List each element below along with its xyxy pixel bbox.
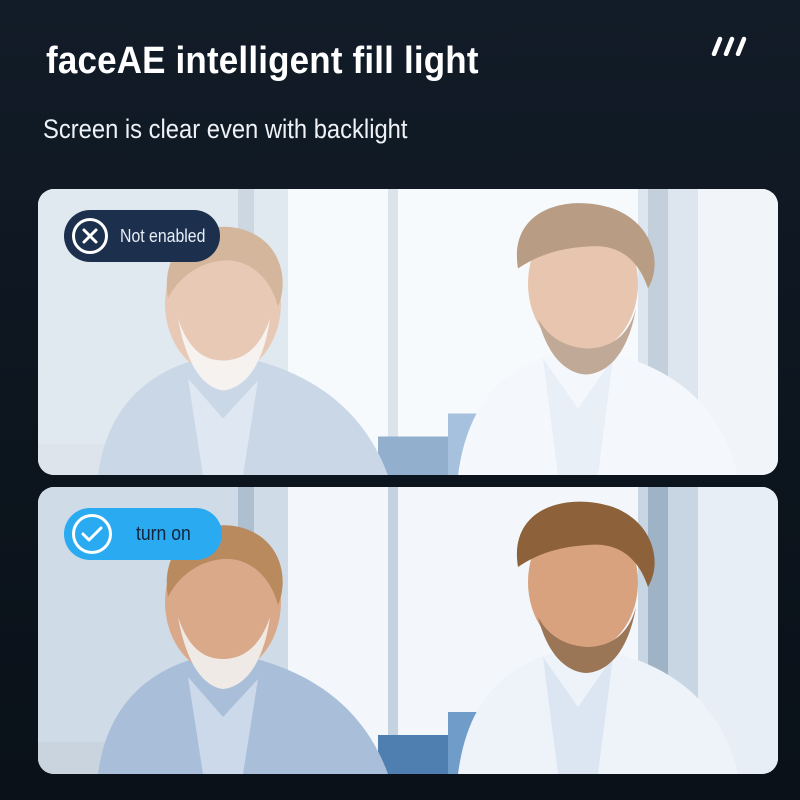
status-badge-not-enabled: Not enabled — [64, 210, 220, 262]
status-badge-label: turn on — [136, 522, 191, 545]
page-title: faceAE intelligent fill light — [46, 40, 479, 82]
triple-slash-icon — [711, 36, 747, 56]
check-circle-icon — [72, 514, 112, 554]
page-subtitle: Screen is clear even with backlight — [43, 114, 408, 144]
comparison-panel-turn-on: turn on — [38, 487, 778, 774]
x-circle-icon — [72, 218, 108, 254]
status-badge-label: Not enabled — [120, 225, 206, 246]
status-badge-turn-on: turn on — [64, 508, 222, 560]
comparison-panel-not-enabled: Not enabled — [38, 189, 778, 475]
